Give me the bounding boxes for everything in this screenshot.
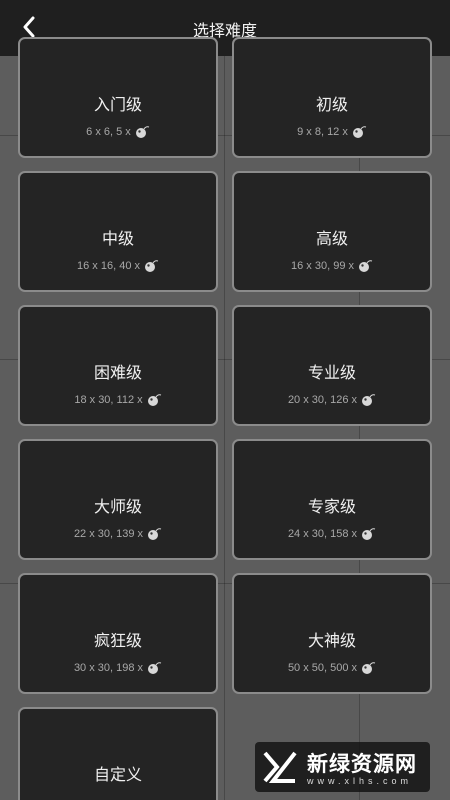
level-spec-text: 50 x 50, 500 x [287, 662, 358, 674]
level-spec: 50 x 50, 500 x [234, 661, 430, 675]
level-spec: 22 x 30, 139 x [20, 527, 216, 541]
level-card-god[interactable]: 大神级 50 x 50, 500 x [232, 573, 432, 694]
level-card-beginner[interactable]: 入门级 6 x 6, 5 x [18, 37, 218, 158]
level-spec-text: 22 x 30, 139 x [73, 528, 144, 540]
bomb-icon [362, 528, 376, 540]
level-card-hard[interactable]: 困难级 18 x 30, 112 x [18, 305, 218, 426]
level-card-expert[interactable]: 专家级 24 x 30, 158 x [232, 439, 432, 560]
level-spec: 6 x 6, 5 x [20, 125, 216, 139]
bomb-icon [147, 394, 161, 406]
level-card-elementary[interactable]: 初级 9 x 8, 12 x [232, 37, 432, 158]
level-name: 专家级 [307, 499, 356, 516]
watermark: 新绿资源网 www.xlhs.com [255, 742, 430, 792]
level-name: 疯狂级 [93, 633, 142, 650]
watermark-main: 新绿资源网 [307, 753, 417, 776]
level-spec-text: 9 x 8, 12 x [297, 126, 348, 138]
level-spec: 20 x 30, 126 x [234, 393, 430, 407]
level-spec-text: 30 x 30, 198 x [73, 662, 144, 674]
level-spec-text: 24 x 30, 158 x [287, 528, 358, 540]
screen: 选择难度 入门级 6 x 6, 5 x 初级 9 x 8, 12 x 中级 16… [0, 0, 450, 800]
level-name: 高级 [315, 231, 348, 248]
level-spec: 18 x 30, 112 x [20, 393, 216, 407]
level-card-intermediate[interactable]: 中级 16 x 16, 40 x [18, 171, 218, 292]
bomb-icon [145, 260, 159, 272]
level-name: 入门级 [93, 97, 142, 114]
level-spec: 16 x 30, 99 x [234, 259, 430, 273]
bomb-icon [362, 662, 376, 674]
level-spec-text: 16 x 16, 40 x [77, 260, 140, 272]
level-card-custom[interactable]: 自定义 [18, 707, 218, 800]
bomb-icon [359, 260, 373, 272]
level-spec: 30 x 30, 198 x [20, 661, 216, 675]
level-spec-text: 6 x 6, 5 x [86, 126, 131, 138]
level-spec: 9 x 8, 12 x [234, 125, 430, 139]
level-spec: 16 x 16, 40 x [20, 259, 216, 273]
level-card-professional[interactable]: 专业级 20 x 30, 126 x [232, 305, 432, 426]
bomb-icon [135, 126, 149, 138]
watermark-logo-icon [263, 751, 297, 783]
level-name: 大神级 [307, 633, 356, 650]
level-card-crazy[interactable]: 疯狂级 30 x 30, 198 x [18, 573, 218, 694]
level-name: 自定义 [93, 767, 142, 784]
bomb-icon [148, 662, 162, 674]
level-name: 中级 [101, 231, 134, 248]
bomb-icon [352, 126, 367, 138]
bomb-icon [362, 394, 376, 406]
level-name: 困难级 [93, 365, 142, 382]
level-spec-text: 20 x 30, 126 x [287, 394, 358, 406]
bomb-icon [148, 528, 162, 540]
watermark-sub: www.xlhs.com [307, 776, 413, 786]
level-card-advanced[interactable]: 高级 16 x 30, 99 x [232, 171, 432, 292]
level-name: 初级 [315, 97, 348, 114]
level-spec: 24 x 30, 158 x [234, 527, 430, 541]
level-name: 大师级 [93, 499, 142, 516]
level-spec-text: 18 x 30, 112 x [74, 394, 143, 406]
level-name: 专业级 [307, 365, 356, 382]
level-card-master[interactable]: 大师级 22 x 30, 139 x [18, 439, 218, 560]
level-spec-text: 16 x 30, 99 x [291, 260, 354, 272]
level-grid: 入门级 6 x 6, 5 x 初级 9 x 8, 12 x 中级 16 x 16… [18, 37, 434, 800]
watermark-text: 新绿资源网 www.xlhs.com [307, 748, 417, 786]
